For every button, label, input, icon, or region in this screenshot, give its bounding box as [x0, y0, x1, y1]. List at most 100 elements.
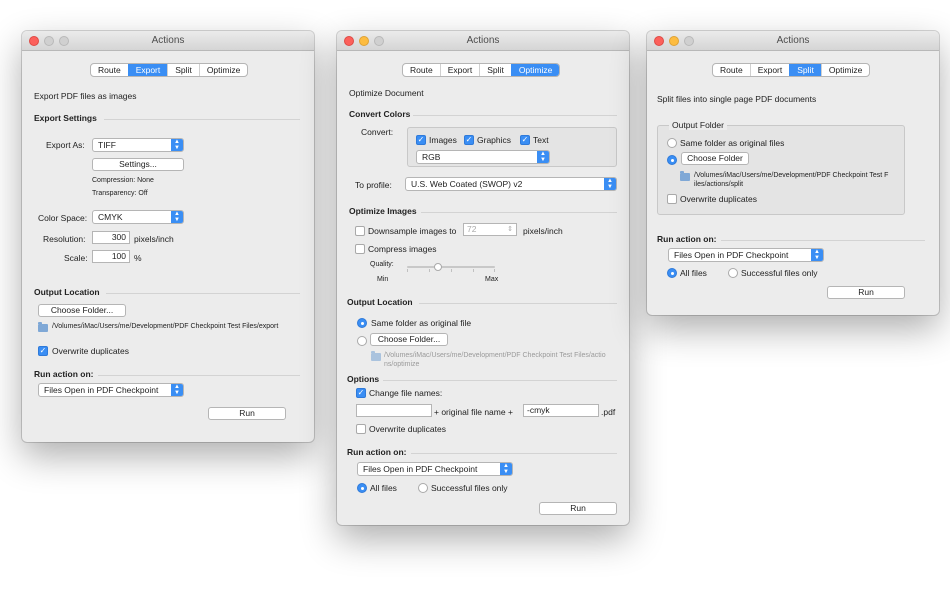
- tab-route[interactable]: Route: [403, 64, 440, 76]
- prefix-field[interactable]: [356, 404, 432, 417]
- tab-optimize[interactable]: Optimize: [510, 64, 560, 76]
- overwrite-checkbox[interactable]: ✓: [38, 346, 48, 356]
- titlebar[interactable]: Actions: [647, 31, 939, 51]
- divider: [413, 115, 617, 116]
- popup-arrows-icon: ▲ ▼: [604, 178, 616, 190]
- downsample-field[interactable]: 72 ⇕: [463, 223, 517, 236]
- popup-arrows-icon: ▲ ▼: [500, 463, 512, 475]
- titlebar[interactable]: Actions: [337, 31, 629, 51]
- slider-tick: [429, 269, 430, 272]
- tab-route[interactable]: Route: [91, 64, 128, 76]
- resolution-unit: pixels/inch: [134, 234, 174, 244]
- resolution-field[interactable]: 300: [92, 231, 130, 244]
- popup-arrows-icon: ▲ ▼: [537, 151, 549, 163]
- profile-label: To profile:: [355, 180, 392, 190]
- export-as-label: Export As:: [46, 140, 85, 150]
- optimize-images-header: Optimize Images: [349, 206, 417, 216]
- window-title: Actions: [466, 35, 500, 46]
- close-light-icon[interactable]: [344, 36, 354, 46]
- all-files-label: All files: [680, 268, 707, 278]
- divider: [383, 380, 617, 381]
- choose-folder-button[interactable]: Choose Folder...: [38, 304, 126, 317]
- successful-files-radio[interactable]: [728, 268, 738, 278]
- close-light-icon[interactable]: [654, 36, 664, 46]
- tab-route[interactable]: Route: [713, 64, 750, 76]
- color-space-value: CMYK: [98, 212, 123, 222]
- minimize-light-icon[interactable]: [359, 36, 369, 46]
- same-folder-radio[interactable]: [667, 138, 677, 148]
- overwrite-checkbox[interactable]: [667, 194, 677, 204]
- divider: [106, 293, 300, 294]
- scale-field[interactable]: 100: [92, 250, 130, 263]
- stepper-icon: ⇕: [507, 226, 513, 233]
- successful-files-label: Successful files only: [431, 483, 508, 493]
- same-folder-radio[interactable]: [357, 318, 367, 328]
- slider-tick: [451, 269, 452, 272]
- minimize-light-icon[interactable]: [44, 36, 54, 46]
- quality-min-label: Min: [377, 276, 389, 283]
- compress-checkbox[interactable]: [355, 244, 365, 254]
- run-button[interactable]: Run: [539, 502, 617, 515]
- run-on-popup[interactable]: Files Open in PDF Checkpoint ▲ ▼: [668, 248, 824, 262]
- zoom-light-icon[interactable]: [374, 36, 384, 46]
- export-as-value: TIFF: [98, 140, 116, 150]
- minimize-light-icon[interactable]: [669, 36, 679, 46]
- action-description: Export PDF files as images: [34, 91, 137, 101]
- successful-files-radio[interactable]: [418, 483, 428, 493]
- run-action-header: Run action on:: [347, 447, 407, 457]
- profile-popup[interactable]: U.S. Web Coated (SWOP) v2 ▲ ▼: [405, 177, 617, 191]
- color-space-popup[interactable]: CMYK ▲ ▼: [92, 210, 184, 224]
- options-header: Options: [347, 374, 380, 384]
- tab-split[interactable]: Split: [479, 64, 511, 76]
- choose-folder-button[interactable]: Choose Folder...: [370, 333, 448, 346]
- overwrite-label: Overwrite duplicates: [680, 194, 758, 204]
- tab-export[interactable]: Export: [439, 64, 480, 76]
- images-checkbox[interactable]: ✓: [416, 135, 426, 145]
- folder-icon: [680, 171, 690, 181]
- run-button[interactable]: Run: [827, 286, 905, 299]
- zoom-light-icon[interactable]: [684, 36, 694, 46]
- settings-button[interactable]: Settings...: [92, 158, 184, 171]
- graphics-checkbox[interactable]: ✓: [464, 135, 474, 145]
- overwrite-checkbox[interactable]: [356, 424, 366, 434]
- run-button[interactable]: Run: [208, 407, 286, 420]
- zoom-light-icon[interactable]: [59, 36, 69, 46]
- folder-icon: [38, 322, 48, 332]
- tab-split[interactable]: Split: [789, 64, 821, 76]
- popup-arrows-icon: ▲ ▼: [811, 249, 823, 261]
- tab-optimize[interactable]: Optimize: [198, 64, 248, 76]
- all-files-radio[interactable]: [357, 483, 367, 493]
- change-names-checkbox[interactable]: ✓: [356, 388, 366, 398]
- tab-optimize[interactable]: Optimize: [820, 64, 870, 76]
- color-model-popup[interactable]: RGB ▲ ▼: [416, 150, 550, 164]
- downsample-checkbox[interactable]: [355, 226, 365, 236]
- color-space-label: Color Space:: [38, 213, 88, 223]
- choose-folder-radio[interactable]: [357, 336, 367, 346]
- all-files-radio[interactable]: [667, 268, 677, 278]
- run-action-header: Run action on:: [34, 369, 94, 379]
- action-description: Optimize Document: [349, 88, 424, 98]
- export-as-popup[interactable]: TIFF ▲ ▼: [92, 138, 184, 152]
- tab-split[interactable]: Split: [167, 64, 199, 76]
- action-tabs: Route Export Split Optimize: [712, 63, 871, 77]
- run-on-popup[interactable]: Files Open in PDF Checkpoint ▲ ▼: [38, 383, 184, 397]
- slider-thumb[interactable]: [433, 263, 442, 271]
- choose-folder-button[interactable]: Choose Folder: [681, 152, 749, 165]
- folder-path-line-2: iles/actions/split: [694, 181, 744, 188]
- extension-label: .pdf: [601, 407, 616, 417]
- color-model-value: RGB: [422, 152, 441, 162]
- tab-export[interactable]: Export: [749, 64, 790, 76]
- choose-folder-radio[interactable]: [667, 155, 677, 165]
- suffix-field[interactable]: -cmyk: [523, 404, 599, 417]
- tab-export[interactable]: Export: [127, 64, 168, 76]
- close-light-icon[interactable]: [29, 36, 39, 46]
- divider: [411, 453, 617, 454]
- titlebar[interactable]: Actions: [22, 31, 314, 51]
- run-action-header: Run action on:: [657, 234, 717, 244]
- text-checkbox[interactable]: ✓: [520, 135, 530, 145]
- folder-path-line-1: /Volumes/iMac/Users/me/Development/PDF C…: [694, 172, 889, 179]
- run-on-popup[interactable]: Files Open in PDF Checkpoint ▲ ▼: [357, 462, 513, 476]
- divider: [721, 240, 925, 241]
- output-location-header: Output Location: [34, 287, 100, 297]
- split-window: Actions Route Export Split Optimize Spli…: [647, 31, 939, 315]
